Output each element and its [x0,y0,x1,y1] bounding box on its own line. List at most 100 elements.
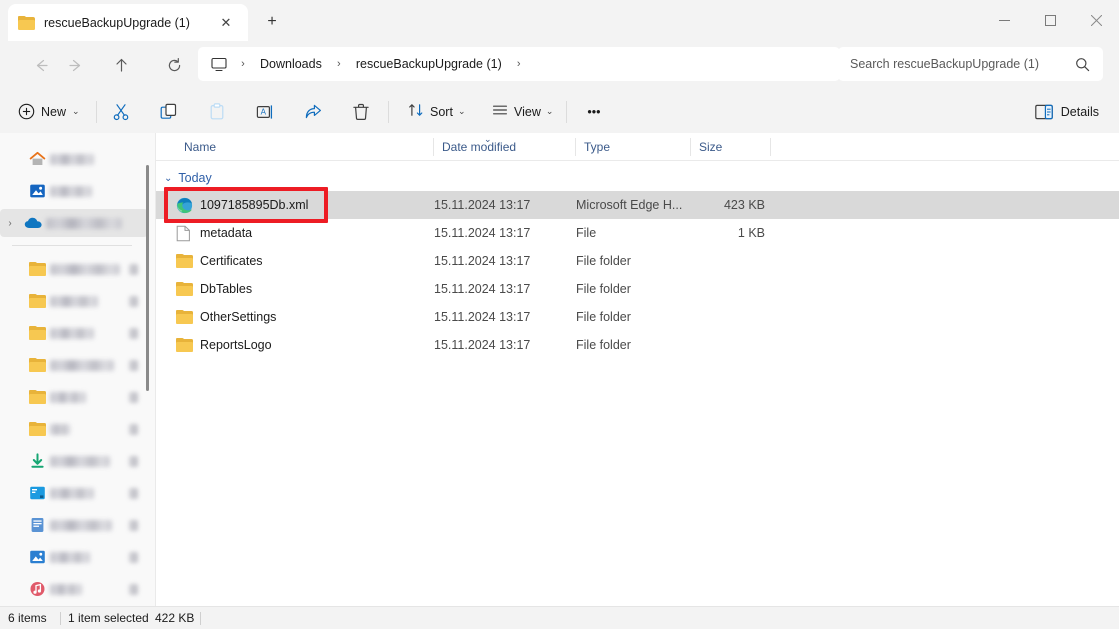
folder-icon [176,254,200,268]
browser-tab[interactable]: rescueBackupUpgrade (1) ✕ [8,4,248,41]
sidebar-item-label [50,487,94,499]
column-divider[interactable] [770,138,771,156]
title-bar: rescueBackupUpgrade (1) ✕ + [0,0,1119,41]
sidebar-item-folder-2[interactable] [4,287,144,315]
file-name-cell[interactable]: OtherSettings [176,303,276,331]
table-row[interactable]: 1097185895Db.xml 15.11.2024 13:17 Micros… [156,191,1119,219]
sort-descending-icon: ⌄ [484,134,492,144]
chevron-down-icon: ⌄ [545,106,554,116]
cut-button[interactable] [103,96,139,127]
share-button[interactable] [295,96,331,127]
sidebar-item-downloads[interactable] [4,447,144,475]
breadcrumb-item-rescuebackupupgrade[interactable]: rescueBackupUpgrade (1) [350,54,508,74]
pin-icon [129,391,138,403]
delete-button[interactable] [343,96,379,127]
minimize-icon[interactable] [981,0,1027,41]
sidebar-item-label [46,217,122,229]
file-name-cell[interactable]: DbTables [176,275,252,303]
more-options-button[interactable]: ••• [578,96,610,127]
sidebar-item-desktop[interactable] [4,479,144,507]
file-date-cell: 15.11.2024 13:17 [434,198,531,212]
column-header-label: Type [584,140,611,154]
refresh-icon[interactable] [157,48,191,82]
new-tab-button[interactable]: + [258,9,286,35]
column-header-type[interactable]: Type [576,133,691,161]
table-row[interactable]: Certificates 15.11.2024 13:17 File folde… [156,247,1119,275]
chevron-down-icon: ⌄ [72,106,80,116]
sidebar-item-music[interactable] [4,575,144,603]
onedrive-cloud-icon [20,216,46,230]
selection-label: 1 item selected [68,611,149,625]
folder-icon [24,422,50,436]
this-pc-icon[interactable] [206,57,232,72]
pin-icon [129,455,138,467]
sidebar-item-onedrive[interactable]: › [0,209,148,237]
folder-icon [176,310,200,324]
item-count-label: 6 items [8,611,47,625]
column-header-date-modified[interactable]: ⌄ Date modified [434,133,576,161]
breadcrumb-item-downloads[interactable]: Downloads [254,54,328,74]
file-size-cell: 423 KB [723,198,765,212]
folder-icon [176,282,200,296]
content-area: › Name ⌄ Date modified Type Size ⌄ Today… [0,133,1119,606]
close-tab-icon[interactable]: ✕ [214,11,238,35]
sort-button[interactable]: Sort ⌄ [400,96,473,127]
chevron-down-icon[interactable]: ⌄ [164,173,172,184]
sidebar-item-label [50,295,98,307]
chevron-down-icon: ⌄ [457,106,466,116]
up-button[interactable] [104,48,138,82]
details-pane-button[interactable]: Details [1025,96,1109,127]
paste-button [199,96,235,127]
new-button[interactable]: New ⌄ [10,96,88,127]
sidebar-item-folder-6[interactable] [4,415,144,443]
sidebar-item-documents[interactable] [4,511,144,539]
breadcrumb-separator-2[interactable]: › [508,47,530,81]
close-window-icon[interactable] [1073,0,1119,41]
sidebar-item-folder-5[interactable] [4,383,144,411]
generic-file-icon [176,225,200,242]
folder-icon [176,338,200,352]
sidebar-item-folder-4[interactable] [4,351,144,379]
view-list-icon [492,102,508,121]
rename-button[interactable]: A [247,96,283,127]
back-button[interactable] [24,48,58,82]
column-header-label: Size [699,140,723,154]
search-input[interactable]: Search rescueBackupUpgrade (1) [850,57,1073,71]
group-header-label: Today [178,171,212,185]
search-box[interactable]: Search rescueBackupUpgrade (1) [838,47,1103,81]
sidebar-item-folder-3[interactable] [4,319,144,347]
table-row[interactable]: OtherSettings 15.11.2024 13:17 File fold… [156,303,1119,331]
table-row[interactable]: DbTables 15.11.2024 13:17 File folder [156,275,1119,303]
sidebar-item-pictures[interactable] [4,543,144,571]
folder-icon [24,326,50,340]
file-type-cell: File folder [576,254,631,268]
file-name-cell[interactable]: metadata [176,219,252,247]
chevron-right-icon[interactable]: › [0,209,20,237]
table-row[interactable]: metadata 15.11.2024 13:17 File 1 KB [156,219,1119,247]
forward-button[interactable] [58,48,92,82]
sidebar-item-label [50,391,86,403]
sidebar-item-label [50,185,92,197]
maximize-icon[interactable] [1027,0,1073,41]
file-date-cell: 15.11.2024 13:17 [434,282,531,296]
table-row[interactable]: ReportsLogo 15.11.2024 13:17 File folder [156,331,1119,359]
sidebar-item-gallery[interactable] [4,177,144,205]
column-header-size[interactable]: Size [691,133,771,161]
file-name-cell[interactable]: Certificates [176,247,263,275]
breadcrumb-separator-1: › [337,58,341,70]
view-button[interactable]: View ⌄ [484,96,561,127]
pin-icon [129,263,138,275]
sidebar-scrollbar[interactable] [146,165,149,391]
search-icon[interactable] [1073,57,1091,72]
home-icon [24,151,50,167]
group-header-today[interactable]: ⌄ Today [164,167,212,189]
copy-button[interactable] [151,96,187,127]
file-name-cell[interactable]: 1097185895Db.xml [176,191,308,219]
sidebar-item-home[interactable] [4,145,144,173]
sidebar-item-folder-1[interactable] [4,255,144,283]
file-name-cell[interactable]: ReportsLogo [176,331,272,359]
column-header-name[interactable]: Name [176,133,434,161]
breadcrumb[interactable]: › Downloads › rescueBackupUpgrade (1) › [198,47,840,81]
